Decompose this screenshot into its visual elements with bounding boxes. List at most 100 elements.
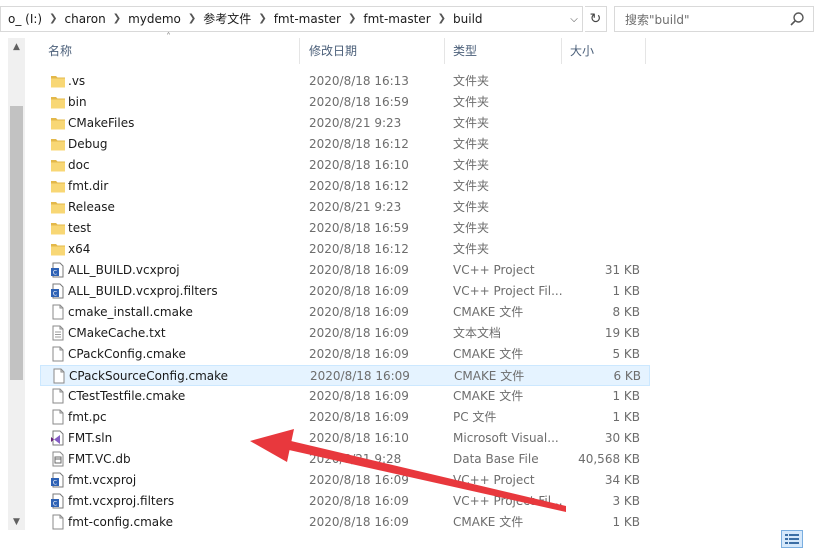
file-modified-date: 2020/8/18 16:13 <box>309 74 409 88</box>
file-modified-date: 2020/8/21 9:23 <box>309 200 402 214</box>
file-row[interactable]: x64 2020/8/18 16:12 文件夹 <box>40 239 650 260</box>
address-bar[interactable]: o_ (I:) ❯ charon ❯ mydemo ❯ 参考文件 ❯ fmt-m… <box>0 6 583 32</box>
database-file-icon <box>50 451 66 467</box>
file-name: .vs <box>68 74 86 88</box>
file-type: 文件夹 <box>453 74 490 88</box>
vertical-scrollbar[interactable]: ▲ ▼ <box>8 38 25 530</box>
file-row[interactable]: Cfmt.vcxproj 2020/8/18 16:09 VC++ Project 3… <box>40 470 650 491</box>
file-row[interactable]: CPackSourceConfig.cmake 2020/8/18 16:09 CM… <box>40 365 650 386</box>
chevron-right-icon[interactable]: ❯ <box>434 7 450 31</box>
file-row[interactable]: FMT.sln 2020/8/18 16:10 Microsoft Visual..… <box>40 428 650 449</box>
search-icon[interactable] <box>789 11 805 27</box>
chevron-right-icon[interactable]: ❯ <box>184 7 200 31</box>
file-name: fmt.vcxproj.filters <box>68 494 175 508</box>
file-size: 30 KB <box>604 431 640 445</box>
breadcrumb-drive[interactable]: o_ (I:) <box>5 7 45 31</box>
file-type: CMAKE 文件 <box>453 305 524 319</box>
file-name: fmt.pc <box>68 410 107 424</box>
file-size: 34 KB <box>604 473 640 487</box>
file-name: ALL_BUILD.vcxproj.filters <box>68 284 218 298</box>
file-row[interactable]: FMT.VC.db 2020/8/21 9:28 Data Base File 40,… <box>40 449 650 470</box>
file-row[interactable]: Release 2020/8/21 9:23 文件夹 <box>40 197 650 218</box>
file-type: 文件夹 <box>453 179 490 193</box>
file-modified-date: 2020/8/21 9:23 <box>309 116 402 130</box>
vcxproj-icon: C <box>50 262 66 278</box>
svg-text:C: C <box>53 270 57 277</box>
file-size: 3 KB <box>612 494 640 508</box>
file-type: 文件夹 <box>453 116 490 130</box>
file-list: .vs 2020/8/18 16:13 文件夹 bin 2020/8/18 16:59 文… <box>40 71 650 533</box>
file-size: 6 KB <box>613 369 641 383</box>
breadcrumb-fmt-master[interactable]: fmt-master <box>271 7 344 31</box>
text-file-icon <box>50 325 66 341</box>
file-row[interactable]: Debug 2020/8/18 16:12 文件夹 <box>40 134 650 155</box>
file-icon <box>50 514 66 530</box>
folder-icon <box>50 199 66 215</box>
column-header-name[interactable]: 名称 <box>40 38 300 64</box>
file-row[interactable]: doc 2020/8/18 16:10 文件夹 <box>40 155 650 176</box>
file-modified-date: 2020/8/21 9:28 <box>309 452 402 466</box>
breadcrumb-reference-files[interactable]: 参考文件 <box>200 7 254 31</box>
scrollbar-thumb[interactable] <box>10 106 23 380</box>
file-type: 文件夹 <box>453 158 490 172</box>
file-icon <box>50 409 66 425</box>
file-row[interactable]: Cfmt.vcxproj.filters 2020/8/18 16:09 VC++ … <box>40 491 650 512</box>
column-header-row: ˄ 名称 修改日期 类型 大小 <box>40 32 650 64</box>
breadcrumb-build[interactable]: build <box>450 7 486 31</box>
file-size: 31 KB <box>604 263 640 277</box>
file-row[interactable]: CTestTestfile.cmake 2020/8/18 16:09 CMAKE … <box>40 386 650 407</box>
breadcrumb-fmt-master-inner[interactable]: fmt-master <box>360 7 433 31</box>
breadcrumb-charon[interactable]: charon <box>62 7 109 31</box>
file-modified-date: 2020/8/18 16:09 <box>309 515 409 529</box>
file-row[interactable]: cmake_install.cmake 2020/8/18 16:09 CMAKE … <box>40 302 650 323</box>
address-history-dropdown[interactable]: ⌵ <box>565 7 583 31</box>
file-type: 文本文档 <box>453 326 502 340</box>
file-size <box>570 218 640 239</box>
file-name: CMakeCache.txt <box>68 326 166 340</box>
file-row[interactable]: CPackConfig.cmake 2020/8/18 16:09 CMAKE 文件… <box>40 344 650 365</box>
chevron-right-icon[interactable]: ❯ <box>45 7 61 31</box>
column-header-date[interactable]: 修改日期 <box>301 38 445 64</box>
breadcrumb-mydemo[interactable]: mydemo <box>125 7 184 31</box>
file-type: VC++ Project Fil... <box>453 494 563 508</box>
chevron-right-icon[interactable]: ❯ <box>344 7 360 31</box>
file-row[interactable]: fmt.dir 2020/8/18 16:12 文件夹 <box>40 176 650 197</box>
vcxproj-icon: C <box>50 472 66 488</box>
search-box[interactable]: 搜索"build" <box>614 6 814 32</box>
file-size <box>570 134 640 155</box>
file-row[interactable]: .vs 2020/8/18 16:13 文件夹 <box>40 71 650 92</box>
scroll-up-arrow-icon[interactable]: ▲ <box>8 38 25 55</box>
file-modified-date: 2020/8/18 16:09 <box>310 369 410 383</box>
file-row[interactable]: fmt-config.cmake 2020/8/18 16:09 CMAKE 文件 1… <box>40 512 650 533</box>
file-name: bin <box>68 95 87 109</box>
file-size: 1 KB <box>612 389 640 403</box>
file-modified-date: 2020/8/18 16:12 <box>309 137 409 151</box>
file-row[interactable]: C ALL_BUILD.vcxproj.filters 2020/8/18 16:0… <box>40 281 650 302</box>
file-size <box>570 92 640 113</box>
file-row[interactable]: C ALL_BUILD.vcxproj 2020/8/18 16:09 VC++ Pr… <box>40 260 650 281</box>
file-row[interactable]: bin 2020/8/18 16:59 文件夹 <box>40 92 650 113</box>
file-type: 文件夹 <box>453 221 490 235</box>
file-modified-date: 2020/8/18 16:12 <box>309 242 409 256</box>
file-size <box>570 239 640 260</box>
column-header-type[interactable]: 类型 <box>445 38 562 64</box>
search-input[interactable]: 搜索"build" <box>625 11 690 28</box>
file-size <box>570 71 640 92</box>
column-header-size[interactable]: 大小 <box>562 38 646 64</box>
file-row[interactable]: fmt.pc 2020/8/18 16:09 PC 文件 1 KB <box>40 407 650 428</box>
svg-text:C: C <box>53 291 57 298</box>
file-size <box>570 113 640 134</box>
file-type: Data Base File <box>453 452 539 466</box>
file-size: 19 KB <box>604 326 640 340</box>
large-icons-view-button[interactable] <box>805 530 814 548</box>
scroll-down-arrow-icon[interactable]: ▼ <box>8 513 25 530</box>
file-type: 文件夹 <box>453 242 490 256</box>
file-row[interactable]: test 2020/8/18 16:59 文件夹 <box>40 218 650 239</box>
refresh-button[interactable]: ↻ <box>585 6 607 32</box>
file-row[interactable]: CMakeCache.txt 2020/8/18 16:09 文本文档 19 KB <box>40 323 650 344</box>
chevron-right-icon[interactable]: ❯ <box>254 7 270 31</box>
file-row[interactable]: CMakeFiles 2020/8/21 9:23 文件夹 <box>40 113 650 134</box>
file-name: test <box>68 221 92 235</box>
chevron-right-icon[interactable]: ❯ <box>109 7 125 31</box>
details-view-button[interactable] <box>781 530 803 548</box>
